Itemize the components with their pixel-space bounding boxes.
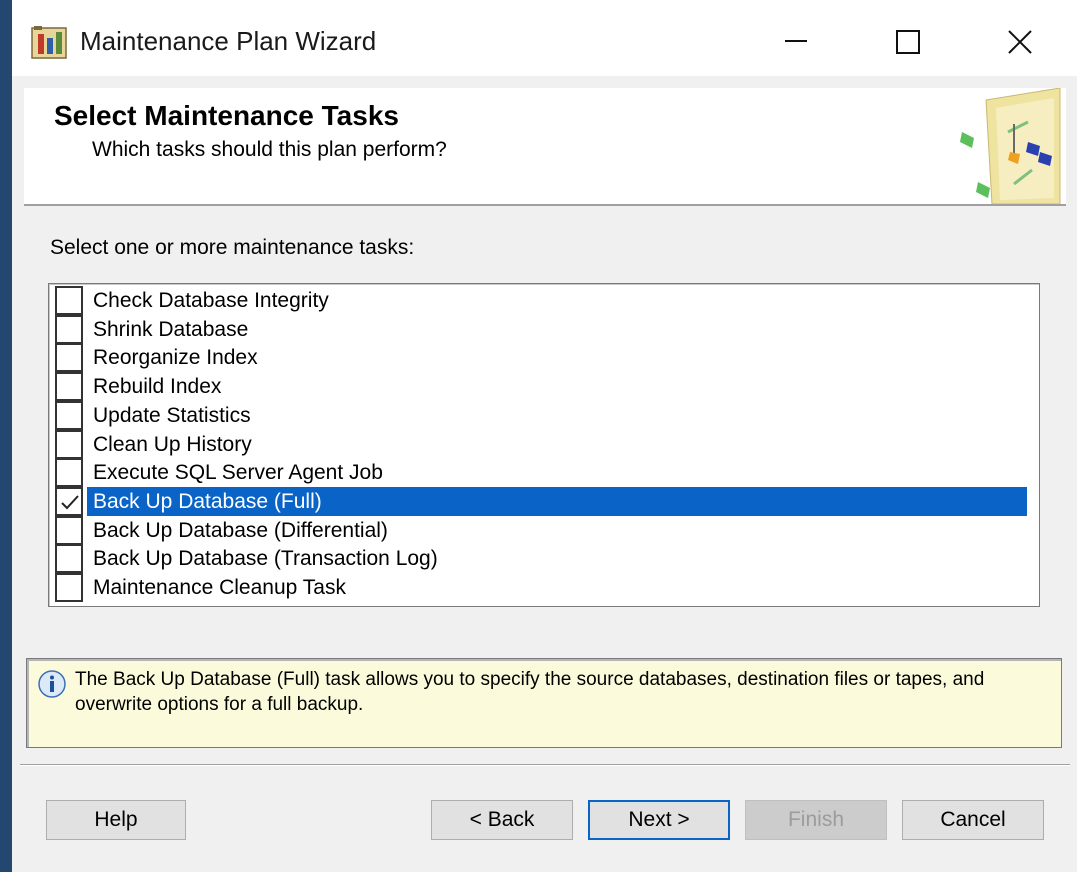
- cancel-button[interactable]: Cancel: [902, 800, 1044, 840]
- task-checkbox[interactable]: [55, 573, 83, 602]
- task-checkbox[interactable]: [55, 515, 83, 545]
- task-list-item[interactable]: Back Up Database (Full): [49, 486, 1039, 516]
- task-checkbox[interactable]: [55, 372, 83, 402]
- next-button[interactable]: Next >: [588, 800, 730, 840]
- page-subtitle: Which tasks should this plan perform?: [92, 138, 447, 161]
- task-label: Check Database Integrity: [93, 289, 329, 312]
- task-label: Execute SQL Server Agent Job: [93, 461, 383, 485]
- task-list-item[interactable]: Update Statistics: [49, 400, 1039, 430]
- task-checkbox[interactable]: [55, 429, 83, 459]
- task-list-item[interactable]: Clean Up History: [49, 429, 1039, 459]
- task-label: Clean Up History: [93, 432, 252, 456]
- task-label: Rebuild Index: [93, 375, 222, 399]
- task-label: Back Up Database (Differential): [93, 518, 388, 542]
- task-label: Maintenance Cleanup Task: [93, 576, 346, 599]
- task-description-panel: The Back Up Database (Full) task allows …: [26, 658, 1062, 748]
- wizard-window: Maintenance Plan Wizard Select Maintenan…: [12, 0, 1077, 872]
- close-icon: [1008, 30, 1032, 54]
- task-checkbox[interactable]: [55, 544, 83, 574]
- checkmark-icon: [61, 495, 79, 510]
- task-checkbox[interactable]: [55, 400, 83, 430]
- info-icon: [37, 669, 67, 699]
- task-checkbox[interactable]: [55, 343, 83, 373]
- maximize-button[interactable]: [878, 14, 938, 70]
- maximize-icon: [896, 30, 920, 54]
- minimize-button[interactable]: [766, 14, 826, 70]
- wizard-banner-icon: [956, 87, 1066, 205]
- task-checkbox[interactable]: [55, 286, 83, 315]
- desktop-background: [0, 0, 12, 872]
- wizard-app-icon: [30, 24, 70, 60]
- maintenance-task-list[interactable]: Check Database Integrity Shrink Database R…: [48, 283, 1040, 607]
- task-list-caption: Select one or more maintenance tasks:: [50, 236, 415, 259]
- title-bar[interactable]: Maintenance Plan Wizard: [12, 0, 1077, 76]
- finish-button: Finish: [745, 800, 887, 840]
- close-button[interactable]: [990, 14, 1050, 70]
- back-button[interactable]: < Back: [431, 800, 573, 840]
- task-label: Shrink Database: [93, 317, 249, 341]
- task-label: Reorganize Index: [93, 346, 258, 370]
- task-label: Back Up Database (Full): [87, 486, 1027, 516]
- task-checkbox[interactable]: [55, 458, 83, 488]
- task-label: Update Statistics: [93, 403, 251, 427]
- task-list-item[interactable]: Maintenance Cleanup Task: [49, 573, 1039, 602]
- task-label: Back Up Database (Transaction Log): [93, 547, 438, 571]
- wizard-header: Select Maintenance Tasks Which tasks sho…: [24, 87, 1066, 206]
- page-title: Select Maintenance Tasks: [54, 100, 399, 131]
- help-button[interactable]: Help: [46, 800, 186, 840]
- task-checkbox[interactable]: [55, 486, 83, 516]
- task-checkbox[interactable]: [55, 314, 83, 344]
- minimize-icon: [785, 40, 807, 42]
- task-list-item[interactable]: Rebuild Index: [49, 372, 1039, 402]
- task-list-item[interactable]: Back Up Database (Differential): [49, 515, 1039, 545]
- task-list-item[interactable]: Shrink Database: [49, 314, 1039, 344]
- task-list-item[interactable]: Reorganize Index: [49, 343, 1039, 373]
- task-description-text: The Back Up Database (Full) task allows …: [75, 669, 985, 715]
- task-list-item[interactable]: Execute SQL Server Agent Job: [49, 458, 1039, 488]
- window-title: Maintenance Plan Wizard: [80, 26, 377, 56]
- task-list-item[interactable]: Back Up Database (Transaction Log): [49, 544, 1039, 574]
- footer-divider: [20, 764, 1070, 766]
- task-list-item[interactable]: Check Database Integrity: [49, 286, 1039, 315]
